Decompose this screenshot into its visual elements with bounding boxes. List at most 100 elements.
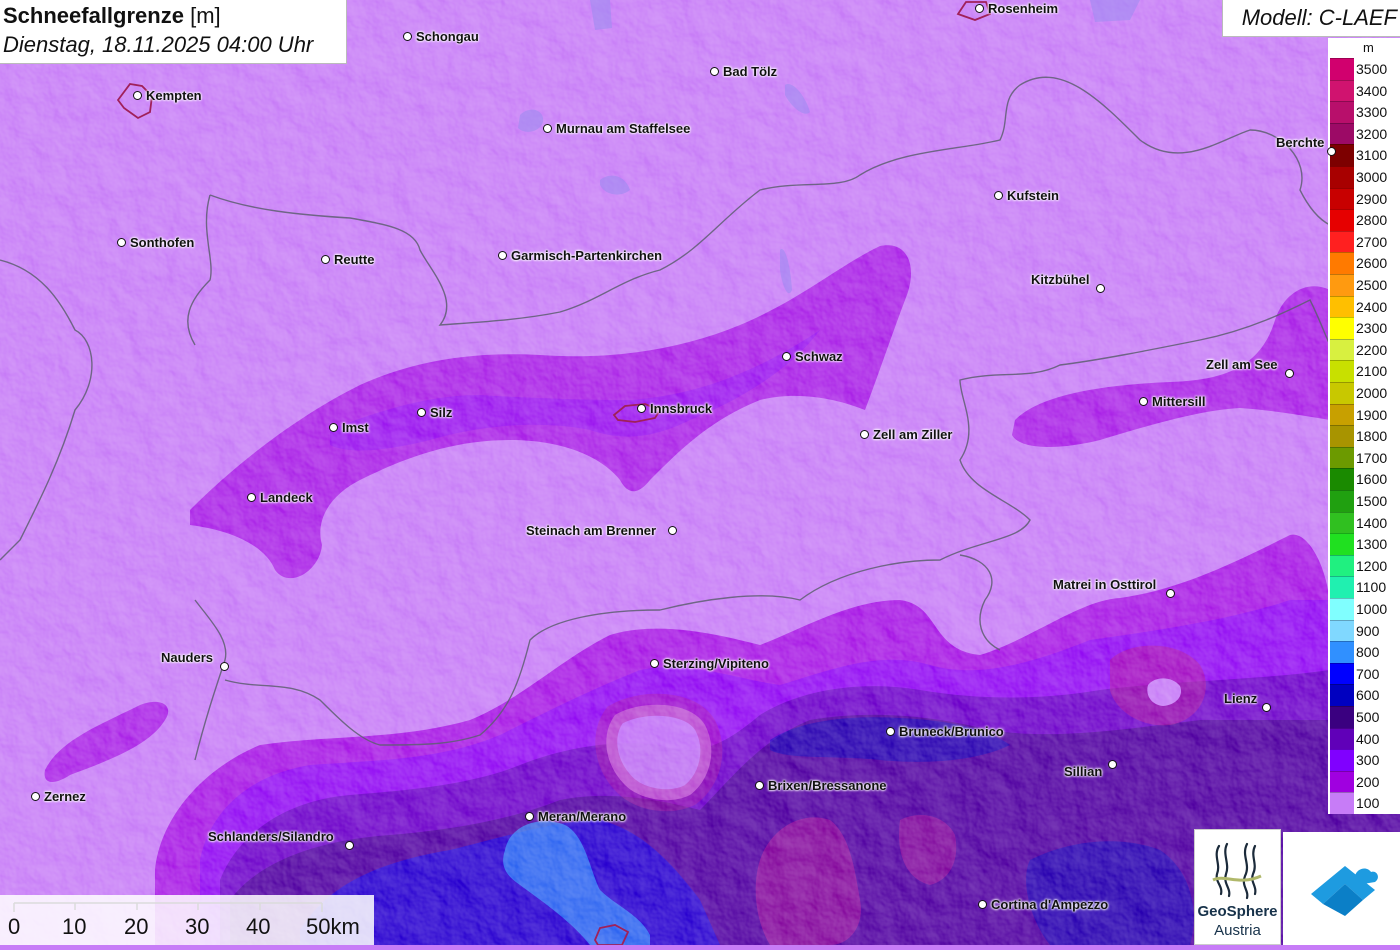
city-marker[interactable]	[994, 191, 1003, 200]
legend-entry: 200	[1330, 770, 1400, 793]
city-label[interactable]: Kitzbühel	[1031, 272, 1090, 287]
city-marker[interactable]	[637, 404, 646, 413]
city-label[interactable]: Innsbruck	[650, 401, 712, 416]
legend-label: 2300	[1356, 320, 1388, 337]
city-marker[interactable]	[1285, 369, 1294, 378]
city-label[interactable]: Sillian	[1064, 764, 1102, 779]
city-marker[interactable]	[403, 32, 412, 41]
legend-label: 600	[1356, 687, 1380, 704]
legend-label: 2900	[1356, 190, 1388, 207]
legend-swatch	[1330, 425, 1354, 447]
scale-bar-label: 30	[185, 914, 210, 939]
city-marker[interactable]	[417, 408, 426, 417]
city-marker[interactable]	[525, 812, 534, 821]
city-label[interactable]: Schlanders/Silandro	[208, 829, 334, 844]
city-marker[interactable]	[321, 255, 330, 264]
legend-swatch	[1330, 58, 1354, 80]
terrain-relief-overlay	[0, 0, 1400, 945]
legend-entry: 3500	[1330, 58, 1400, 80]
city-marker[interactable]	[1096, 284, 1105, 293]
legend-entry: 1600	[1330, 468, 1400, 490]
legend-entry: 2200	[1330, 338, 1400, 361]
city-label[interactable]: Brixen/Bressanone	[768, 778, 887, 793]
city-label[interactable]: Steinach am Brenner	[526, 523, 656, 538]
city-marker[interactable]	[345, 841, 354, 850]
city-marker[interactable]	[1262, 703, 1271, 712]
city-marker[interactable]	[1327, 147, 1336, 156]
city-marker[interactable]	[782, 352, 791, 361]
city-label[interactable]: Landeck	[260, 490, 313, 505]
legend-swatch	[1330, 230, 1354, 253]
city-marker[interactable]	[710, 67, 719, 76]
city-label[interactable]: Cortina d'Ampezzo	[991, 897, 1108, 912]
city-label[interactable]: Matrei in Osttirol	[1053, 577, 1156, 592]
city-marker[interactable]	[1139, 397, 1148, 406]
city-label[interactable]: Berchte	[1276, 135, 1324, 150]
city-marker[interactable]	[220, 662, 229, 671]
legend-label: 2600	[1356, 255, 1388, 272]
city-marker[interactable]	[31, 792, 40, 801]
city-label[interactable]: Nauders	[161, 650, 213, 665]
city-label[interactable]: Zell am Ziller	[873, 427, 952, 442]
city-label[interactable]: Zell am See	[1206, 357, 1278, 372]
city-marker[interactable]	[1108, 760, 1117, 769]
weather-app-logo[interactable]	[1283, 832, 1400, 945]
city-marker[interactable]	[117, 238, 126, 247]
legend-label: 1200	[1356, 557, 1388, 574]
geosphere-logo[interactable]: GeoSphere Austria	[1194, 829, 1281, 945]
city-label[interactable]: Murnau am Staffelsee	[556, 121, 690, 136]
legend-entry: 2300	[1330, 317, 1400, 339]
legend-swatch	[1330, 187, 1354, 210]
city-marker[interactable]	[860, 430, 869, 439]
legend-entry: 400	[1330, 727, 1400, 750]
legend-entry: 3400	[1330, 79, 1400, 102]
legend-entry: 500	[1330, 706, 1400, 728]
legend-entry: 3300	[1330, 101, 1400, 123]
city-marker[interactable]	[978, 900, 987, 909]
legend-label: 2200	[1356, 341, 1388, 358]
snowline-map[interactable]	[0, 0, 1400, 945]
city-label[interactable]: Zernez	[44, 789, 86, 804]
city-marker[interactable]	[498, 251, 507, 260]
legend-label: 2400	[1356, 298, 1388, 315]
city-label[interactable]: Meran/Merano	[538, 809, 626, 824]
city-marker[interactable]	[247, 493, 256, 502]
city-label[interactable]: Sonthofen	[130, 235, 194, 250]
map-variable: Schneefallgrenze	[3, 3, 184, 28]
city-marker[interactable]	[1166, 589, 1175, 598]
legend-entry: 800	[1330, 641, 1400, 663]
city-label[interactable]: Kufstein	[1007, 188, 1059, 203]
legend-entry: 100	[1330, 792, 1400, 814]
city-label[interactable]: Bruneck/Brunico	[899, 724, 1004, 739]
city-marker[interactable]	[886, 727, 895, 736]
legend-swatch	[1330, 446, 1354, 469]
city-label[interactable]: Rosenheim	[988, 1, 1058, 16]
city-marker[interactable]	[650, 659, 659, 668]
city-label[interactable]: Silz	[430, 405, 452, 420]
city-label[interactable]: Schwaz	[795, 349, 843, 364]
legend-entry: 2400	[1330, 295, 1400, 318]
city-label[interactable]: Garmisch-Partenkirchen	[511, 248, 662, 263]
city-label[interactable]: Mittersill	[1152, 394, 1205, 409]
city-label[interactable]: Reutte	[334, 252, 374, 267]
city-marker[interactable]	[543, 124, 552, 133]
city-label[interactable]: Sterzing/Vipiteno	[663, 656, 769, 671]
city-label[interactable]: Kempten	[146, 88, 202, 103]
city-label[interactable]: Bad Tölz	[723, 64, 777, 79]
legend-entry: 2500	[1330, 274, 1400, 296]
city-marker[interactable]	[755, 781, 764, 790]
city-label[interactable]: Imst	[342, 420, 369, 435]
geosphere-mark-icon	[1212, 842, 1262, 900]
city-marker[interactable]	[668, 526, 677, 535]
city-label[interactable]: Schongau	[416, 29, 479, 44]
legend-label: 200	[1356, 773, 1380, 790]
city-marker[interactable]	[329, 423, 338, 432]
legend-label: 1600	[1356, 471, 1388, 488]
city-label[interactable]: Lienz	[1224, 691, 1257, 706]
legend-label: 2000	[1356, 385, 1388, 401]
map-title-box: Schneefallgrenze [m] Dienstag, 18.11.202…	[0, 0, 347, 64]
city-marker[interactable]	[975, 4, 984, 13]
legend-entry: 1200	[1330, 554, 1400, 577]
city-marker[interactable]	[133, 91, 142, 100]
scale-bar: 0 10 20 30 40 50km	[0, 895, 374, 945]
